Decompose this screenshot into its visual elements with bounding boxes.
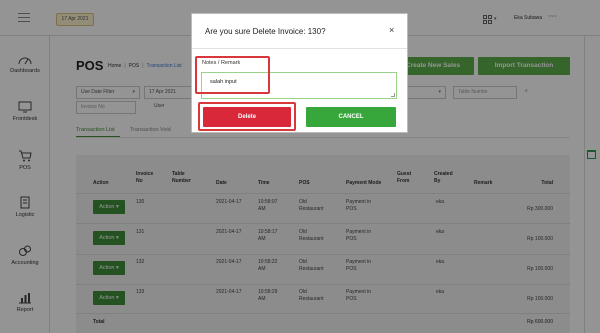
delete-invoice-dialog: Are you sure Delete Invoice: 130? × Note… xyxy=(191,13,408,133)
delete-highlight-box xyxy=(198,102,296,131)
dialog-header-divider xyxy=(192,48,407,49)
dialog-title: Are you sure Delete Invoice: 130? xyxy=(205,27,326,36)
notes-highlight-box xyxy=(195,56,270,94)
close-icon[interactable]: × xyxy=(389,26,394,35)
resize-handle-icon[interactable] xyxy=(391,93,395,97)
cancel-button[interactable]: CANCEL xyxy=(306,107,396,127)
